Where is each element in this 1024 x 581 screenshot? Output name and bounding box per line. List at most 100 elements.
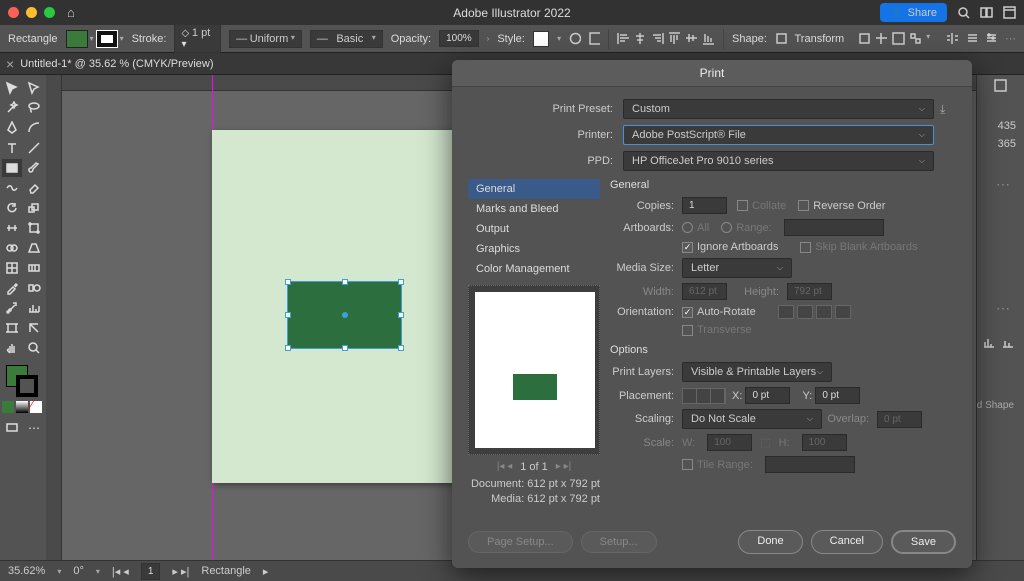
autorotate-checkbox[interactable]: [682, 307, 693, 318]
width-tool[interactable]: [2, 219, 22, 237]
stroke-weight[interactable]: ◇ 1 pt ▾: [174, 24, 221, 53]
close-window[interactable]: [8, 7, 19, 18]
home-icon[interactable]: ⌂: [67, 5, 75, 20]
stroke-swatch[interactable]: [96, 30, 118, 48]
print-layers-select[interactable]: Visible & Printable Layers⌵: [682, 362, 832, 382]
nav-general[interactable]: General: [468, 179, 600, 199]
fill-swatch[interactable]: [66, 30, 88, 48]
align-left-icon[interactable]: [617, 32, 630, 45]
prefs-icon[interactable]: [985, 32, 997, 45]
direct-selection-tool[interactable]: [24, 79, 44, 97]
save-preset-icon[interactable]: ⤓: [940, 102, 956, 117]
pen-tool[interactable]: [2, 119, 22, 137]
preview-page-nav[interactable]: |◂ ◂ 1 of 1 ▸ ▸|: [468, 461, 600, 473]
cancel-button[interactable]: Cancel: [811, 530, 883, 554]
list-icon[interactable]: [966, 32, 978, 45]
align-vcenter-icon[interactable]: [685, 32, 698, 45]
graph-tool[interactable]: [24, 299, 44, 317]
gradient-mode[interactable]: [16, 401, 28, 413]
lasso-tool[interactable]: [24, 99, 44, 117]
brush-def[interactable]: —Basic ▾: [310, 30, 383, 48]
nav-output[interactable]: Output: [468, 219, 600, 239]
panel-menu-2[interactable]: ⋯: [996, 300, 1010, 317]
nav-color[interactable]: Color Management: [468, 259, 600, 279]
edit-toolbar[interactable]: ⋯: [24, 419, 44, 437]
shaper-tool[interactable]: [2, 179, 22, 197]
arrange-icon[interactable]: [980, 6, 993, 19]
selected-rectangle[interactable]: [287, 281, 402, 349]
rotate-tool[interactable]: [2, 199, 22, 217]
placement-x[interactable]: [745, 387, 790, 404]
properties-panel-icon[interactable]: [994, 79, 1007, 92]
search-icon[interactable]: [957, 6, 970, 19]
misc-icon-3[interactable]: [892, 32, 905, 45]
ignore-artboards-checkbox[interactable]: [682, 242, 693, 253]
mesh-tool[interactable]: [2, 259, 22, 277]
paintbrush-tool[interactable]: [24, 159, 44, 177]
reverse-checkbox[interactable]: [798, 200, 809, 211]
placement-anchor[interactable]: [682, 388, 726, 404]
placement-y[interactable]: [815, 387, 860, 404]
gradient-tool[interactable]: [24, 259, 44, 277]
minimize-window[interactable]: [26, 7, 37, 18]
transform-link[interactable]: Transform: [795, 33, 845, 45]
nav-marks[interactable]: Marks and Bleed: [468, 199, 600, 219]
misc-icon-2[interactable]: [875, 32, 888, 45]
curvature-tool[interactable]: [24, 119, 44, 137]
zoom-tool[interactable]: [24, 339, 44, 357]
misc-icon-1[interactable]: [858, 32, 871, 45]
shape-builder-tool[interactable]: [2, 239, 22, 257]
symbol-sprayer-tool[interactable]: [2, 299, 22, 317]
snap-icon[interactable]: [946, 32, 958, 45]
ppd-select[interactable]: HP OfficeJet Pro 9010 series⌵: [623, 151, 934, 171]
tab-close[interactable]: ×: [6, 56, 14, 72]
scaling-select[interactable]: Do Not Scale⌵: [682, 409, 822, 429]
workspace-icon[interactable]: [1003, 6, 1016, 19]
none-mode[interactable]: ⁄: [30, 401, 42, 413]
align-top-icon[interactable]: [668, 32, 681, 45]
printer-select[interactable]: Adobe PostScript® File⌵: [623, 125, 934, 145]
tab-name[interactable]: Untitled-1* @ 35.62 % (CMYK/Preview): [20, 58, 213, 70]
chart-icon-2[interactable]: [1001, 336, 1014, 349]
selection-tool[interactable]: [2, 79, 22, 97]
hand-tool[interactable]: [2, 339, 22, 357]
media-size-select[interactable]: Letter⌵: [682, 258, 792, 278]
type-tool[interactable]: [2, 139, 22, 157]
eraser-tool[interactable]: [24, 179, 44, 197]
share-button[interactable]: 👤Share: [880, 3, 947, 22]
scale-tool[interactable]: [24, 199, 44, 217]
recolor-icon[interactable]: [569, 32, 581, 45]
done-button[interactable]: Done: [738, 530, 802, 554]
align-hcenter-icon[interactable]: [634, 32, 647, 45]
slice-tool[interactable]: [24, 319, 44, 337]
ruler-vertical[interactable]: [46, 75, 62, 560]
artboard-tool[interactable]: [2, 319, 22, 337]
rotate-view[interactable]: 0°: [73, 565, 84, 577]
line-tool[interactable]: [24, 139, 44, 157]
shape-props-icon[interactable]: [775, 32, 787, 45]
save-button[interactable]: Save: [891, 530, 956, 554]
screen-mode[interactable]: [2, 419, 22, 437]
zoom-level[interactable]: 35.62%: [8, 565, 45, 577]
eyedropper-tool[interactable]: [2, 279, 22, 297]
rectangle-tool[interactable]: [2, 159, 22, 177]
chart-icon[interactable]: [982, 336, 995, 349]
opacity-field[interactable]: 100%: [439, 30, 479, 47]
isolate-icon[interactable]: [589, 32, 601, 45]
magic-wand-tool[interactable]: [2, 99, 22, 117]
align-bottom-icon[interactable]: [702, 32, 715, 45]
maximize-window[interactable]: [44, 7, 55, 18]
fill-stroke-indicator[interactable]: [2, 365, 44, 395]
stroke-profile[interactable]: —Uniform ▾: [229, 30, 302, 48]
artboard-nav[interactable]: 1: [141, 563, 161, 580]
style-swatch[interactable]: [533, 31, 549, 47]
copies-input[interactable]: [682, 197, 727, 214]
nav-graphics[interactable]: Graphics: [468, 239, 600, 259]
misc-icon-4[interactable]: [909, 32, 922, 45]
print-preset-select[interactable]: Custom⌵: [623, 99, 934, 119]
panel-menu[interactable]: ⋯: [996, 176, 1010, 193]
blend-tool[interactable]: [24, 279, 44, 297]
free-transform-tool[interactable]: [24, 219, 44, 237]
color-mode[interactable]: [2, 401, 14, 413]
align-right-icon[interactable]: [651, 32, 664, 45]
